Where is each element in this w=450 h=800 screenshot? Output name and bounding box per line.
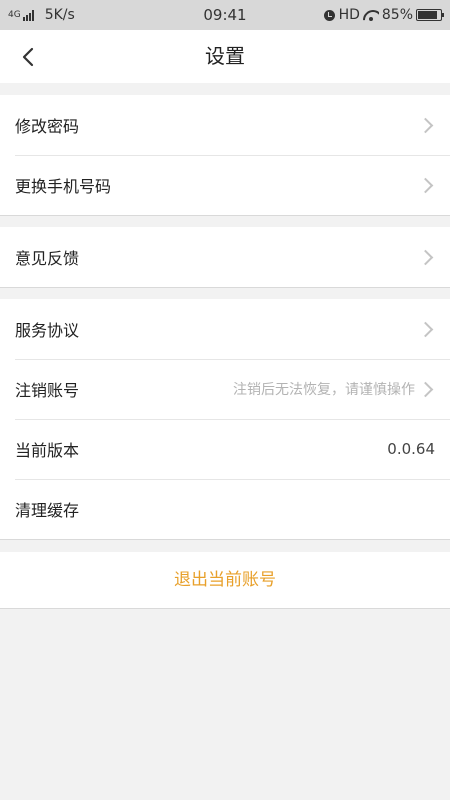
current-version-item: 当前版本 0.0.64	[0, 419, 450, 479]
wifi-icon	[363, 9, 379, 21]
status-right: HD 85%	[323, 7, 444, 23]
feedback-item[interactable]: 意见反馈	[0, 227, 450, 287]
clear-cache-item[interactable]: 清理缓存	[0, 479, 450, 539]
chevron-left-icon	[22, 47, 34, 67]
chevron-right-icon	[419, 175, 435, 195]
service-agreement-item[interactable]: 服务协议	[0, 299, 450, 359]
change-phone-label: 更换手机号码	[15, 177, 112, 196]
change-password-item[interactable]: 修改密码	[0, 95, 450, 155]
status-bar: 4G 5K/s 09:41 HD 85%	[0, 0, 450, 30]
hd-indicator: HD	[338, 7, 360, 23]
deactivate-account-item[interactable]: 注销账号 注销后无法恢复，请谨慎操作	[0, 359, 450, 419]
clear-cache-label: 清理缓存	[15, 501, 80, 520]
current-version-label: 当前版本	[15, 441, 80, 460]
settings-group-feedback: 意见反馈	[0, 227, 450, 288]
settings-group-general: 服务协议 注销账号 注销后无法恢复，请谨慎操作 当前版本 0.0.64 清理缓存	[0, 299, 450, 540]
deactivate-account-label: 注销账号	[15, 381, 80, 400]
battery-icon	[416, 9, 444, 21]
battery-fill	[418, 11, 437, 19]
chevron-right-icon	[419, 379, 435, 399]
chevron-right-icon	[419, 115, 435, 135]
page-title: 设置	[205, 44, 245, 68]
feedback-label: 意见反馈	[15, 249, 80, 268]
chevron-right-icon	[419, 319, 435, 339]
nav-bar: 设置	[0, 30, 450, 83]
version-value: 0.0.64	[387, 440, 435, 458]
back-button[interactable]	[10, 38, 50, 75]
change-password-label: 修改密码	[15, 117, 80, 136]
alarm-icon	[323, 9, 335, 21]
chevron-right-icon	[419, 247, 435, 267]
battery-percent: 85%	[381, 7, 413, 23]
settings-group-account: 修改密码 更换手机号码	[0, 95, 450, 216]
logout-button[interactable]: 退出当前账号	[0, 552, 450, 609]
deactivate-warning-hint: 注销后无法恢复，请谨慎操作	[233, 382, 415, 398]
change-phone-item[interactable]: 更换手机号码	[0, 155, 450, 215]
service-agreement-label: 服务协议	[15, 321, 80, 340]
